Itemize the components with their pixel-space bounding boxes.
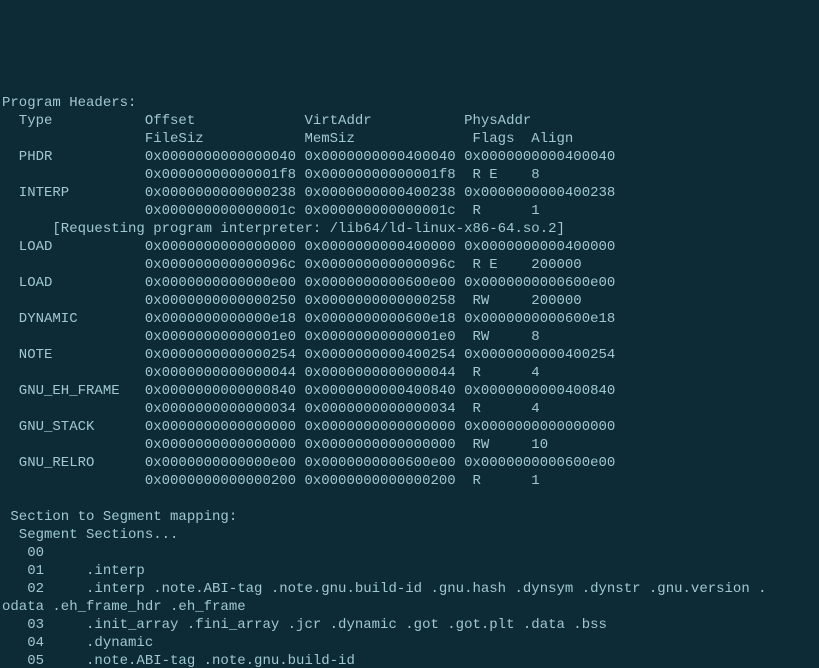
section-mapping-sub: Segment Sections... — [2, 527, 178, 543]
phdr-row-1: PHDR 0x0000000000000040 0x00000000004000… — [2, 149, 615, 165]
segment-05: 05 .note.ABI-tag .note.gnu.build-id — [2, 653, 363, 668]
segment-04: 04 .dynamic — [2, 635, 162, 651]
terminal-output: Program Headers: Type Offset VirtAddr Ph… — [0, 90, 819, 668]
section-mapping-title: Section to Segment mapping: — [2, 509, 237, 525]
column-header-line-1: Type Offset VirtAddr PhysAddr — [2, 113, 531, 129]
note-row-2: 0x0000000000000044 0x0000000000000044 R … — [2, 365, 540, 381]
gnu-eh-frame-row-1: GNU_EH_FRAME 0x0000000000000840 0x000000… — [2, 383, 615, 399]
segment-03: 03 .init_array .fini_array .jcr .dynamic… — [2, 617, 615, 633]
phdr-row-2: 0x00000000000001f8 0x00000000000001f8 R … — [2, 167, 540, 183]
interp-row-2: 0x000000000000001c 0x000000000000001c R … — [2, 203, 540, 219]
segment-02b: odata .eh_frame_hdr .eh_frame — [2, 599, 254, 615]
load1-row-2: 0x0000000000000250 0x0000000000000258 RW… — [2, 293, 582, 309]
load0-row-1: LOAD 0x0000000000000000 0x00000000004000… — [2, 239, 615, 255]
gnu-relro-row-2: 0x0000000000000200 0x0000000000000200 R … — [2, 473, 540, 489]
gnu-stack-row-1: GNU_STACK 0x0000000000000000 0x000000000… — [2, 419, 615, 435]
column-header-line-2: FileSiz MemSiz Flags Align — [2, 131, 573, 147]
gnu-relro-row-1: GNU_RELRO 0x0000000000000e00 0x000000000… — [2, 455, 615, 471]
dynamic-row-2: 0x00000000000001e0 0x00000000000001e0 RW… — [2, 329, 540, 345]
load0-row-2: 0x000000000000096c 0x000000000000096c R … — [2, 257, 582, 273]
segment-01: 01 .interp — [2, 563, 153, 579]
load1-row-1: LOAD 0x0000000000000e00 0x0000000000600e… — [2, 275, 615, 291]
interp-note: [Requesting program interpreter: /lib64/… — [2, 221, 565, 237]
gnu-eh-frame-row-2: 0x0000000000000034 0x0000000000000034 R … — [2, 401, 540, 417]
segment-02a: 02 .interp .note.ABI-tag .note.gnu.build… — [2, 581, 767, 597]
program-headers-title: Program Headers: — [2, 95, 136, 111]
note-row-1: NOTE 0x0000000000000254 0x00000000004002… — [2, 347, 615, 363]
interp-row-1: INTERP 0x0000000000000238 0x000000000040… — [2, 185, 615, 201]
dynamic-row-1: DYNAMIC 0x0000000000000e18 0x00000000006… — [2, 311, 615, 327]
gnu-stack-row-2: 0x0000000000000000 0x0000000000000000 RW… — [2, 437, 548, 453]
segment-00: 00 — [2, 545, 86, 561]
